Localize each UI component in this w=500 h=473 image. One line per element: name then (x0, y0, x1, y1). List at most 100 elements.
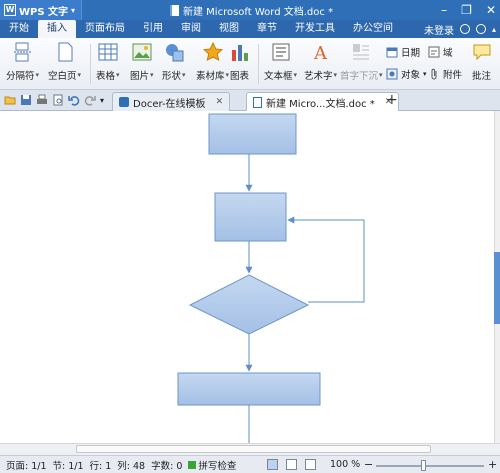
blank-page-icon (58, 42, 73, 62)
open-folder-icon[interactable] (4, 94, 16, 106)
skin-icon[interactable] (459, 24, 470, 34)
app-name: WPS 文字 (19, 6, 69, 18)
tab-page-layout[interactable]: 页面布局 (76, 20, 134, 38)
chevron-down-icon: ▾ (423, 70, 427, 78)
star-icon (202, 42, 223, 61)
wps-logo-icon: W (4, 4, 16, 16)
tab-developer[interactable]: 开发工具 (286, 20, 344, 38)
tab-insert[interactable]: 插入 (38, 20, 76, 38)
web-view-icon[interactable] (286, 459, 297, 470)
zoom-in-icon[interactable]: + (488, 458, 497, 471)
chevron-down-icon: ▾ (71, 5, 76, 15)
tab-references[interactable]: 引用 (134, 20, 172, 38)
picture-icon (132, 43, 152, 61)
flowchart-decision-diamond[interactable] (188, 274, 310, 335)
wordart-button[interactable]: A 艺术字 (304, 42, 337, 82)
page-break-icon (13, 42, 32, 62)
zoom-slider-track[interactable] (376, 465, 484, 467)
window-title: 新建 Microsoft Word 文档.doc * (170, 3, 333, 18)
flowchart-drawing (177, 113, 365, 443)
tab-home[interactable]: 开始 (0, 20, 38, 38)
minimize-icon[interactable]: – (441, 1, 447, 19)
zoom-level: 100 % (330, 459, 361, 470)
help-icon[interactable] (475, 24, 486, 34)
calendar-icon (386, 47, 398, 58)
comment-icon (473, 44, 491, 61)
window-controls: – ❐ ✕ (441, 1, 496, 19)
tab-document[interactable]: 新建 Micro...文档.doc * ✕ (246, 92, 400, 111)
status-page: 页面: 1/1 (6, 460, 47, 472)
shape-icon (165, 44, 184, 62)
date-button[interactable]: 日期 (386, 45, 420, 59)
app-menu-button[interactable]: W WPS 文字 ▾ (0, 0, 83, 20)
spell-check-toggle[interactable]: 拼写检查 (188, 458, 236, 472)
save-icon[interactable] (20, 94, 32, 106)
title-bar: W WPS 文字 ▾ 新建 Microsoft Word 文档.doc * – … (0, 0, 500, 20)
wordart-icon: A (313, 43, 328, 62)
status-bar: 页面: 1/1 节: 1/1 行: 1 列: 48 字数: 0 拼写检查 100… (0, 455, 500, 473)
restore-icon[interactable]: ❐ (461, 1, 472, 19)
textbox-icon (272, 43, 290, 61)
document-tab-bar: ▾ Docer-在线模板 ✕ 新建 Micro...文档.doc * ✕ + (0, 90, 500, 111)
textbox-button[interactable]: 文本框 (264, 42, 297, 82)
vertical-scroll-thumb[interactable] (494, 252, 500, 324)
print-preview-icon[interactable] (52, 94, 64, 106)
tab-docer-templates[interactable]: Docer-在线模板 ✕ (112, 92, 231, 111)
tab-review[interactable]: 审阅 (172, 20, 210, 38)
svg-text:A: A (313, 43, 328, 62)
comment-button[interactable]: 批注 (472, 42, 492, 82)
shape-button[interactable]: 形状 (162, 42, 186, 82)
docer-icon (119, 97, 129, 107)
tab-view[interactable]: 视图 (210, 20, 248, 38)
close-tab-icon[interactable]: ✕ (216, 97, 224, 107)
field-button[interactable]: 域 (428, 45, 453, 59)
flowchart-loop-arrow (287, 216, 365, 303)
ribbon-separator (90, 44, 91, 84)
object-button[interactable]: 对象 ▾ (386, 67, 427, 81)
horizontal-scroll-thumb[interactable] (76, 445, 431, 453)
menu-tab-bar: 开始 插入 页面布局 引用 审阅 视图 章节 开发工具 办公空间 未登录 ▴ (0, 20, 500, 38)
material-library-button[interactable]: 素材库 (196, 42, 229, 82)
outline-view-icon[interactable] (305, 459, 316, 470)
close-icon[interactable]: ✕ (486, 1, 496, 19)
flowchart-process-box[interactable] (177, 372, 321, 406)
chart-icon (232, 45, 248, 61)
status-word-count[interactable]: 字数: 0 (151, 458, 182, 472)
menu-right-area: 未登录 ▴ (424, 20, 496, 38)
flowchart-process-box[interactable] (208, 113, 297, 155)
ribbon-insert: 分隔符 空白页 表格 图片 形状 素材库 图表 文本框 A 艺术字 首字下沉 日… (0, 38, 500, 90)
status-line: 行: 1 (89, 460, 112, 472)
undo-icon[interactable] (68, 94, 80, 106)
status-section: 节: 1/1 (52, 460, 84, 472)
picture-button[interactable]: 图片 (130, 42, 154, 82)
object-icon (386, 68, 398, 80)
drop-cap-icon (353, 44, 370, 60)
chart-button[interactable]: 图表 (230, 42, 250, 82)
login-link[interactable]: 未登录 (424, 22, 454, 37)
status-column: 列: 48 (117, 460, 146, 472)
tab-sections[interactable]: 章节 (248, 20, 286, 38)
flowchart-process-box[interactable] (214, 192, 287, 242)
page-view-icon[interactable] (267, 459, 278, 470)
print-icon[interactable] (36, 94, 48, 106)
field-icon (428, 46, 440, 58)
document-icon (170, 5, 179, 16)
zoom-out-icon[interactable]: − (364, 458, 373, 471)
document-icon (253, 96, 262, 108)
chevron-up-icon[interactable]: ▴ (492, 25, 496, 34)
drop-cap-button[interactable]: 首字下沉 (340, 42, 383, 82)
table-button[interactable]: 表格 (96, 42, 120, 82)
paperclip-icon (431, 68, 437, 80)
attachment-button[interactable]: 附件 (428, 67, 462, 81)
tab-office-space[interactable]: 办公空间 (344, 20, 402, 38)
document-canvas[interactable] (0, 111, 494, 443)
new-tab-button[interactable]: + (386, 92, 398, 108)
page-break-button[interactable]: 分隔符 (6, 42, 39, 82)
ribbon-separator (258, 44, 259, 84)
table-icon (98, 43, 118, 61)
chevron-down-icon[interactable]: ▾ (100, 96, 104, 105)
checkbox-icon (188, 460, 197, 469)
blank-page-button[interactable]: 空白页 (48, 42, 81, 82)
redo-icon[interactable] (84, 94, 96, 106)
zoom-slider-thumb[interactable] (421, 460, 426, 471)
